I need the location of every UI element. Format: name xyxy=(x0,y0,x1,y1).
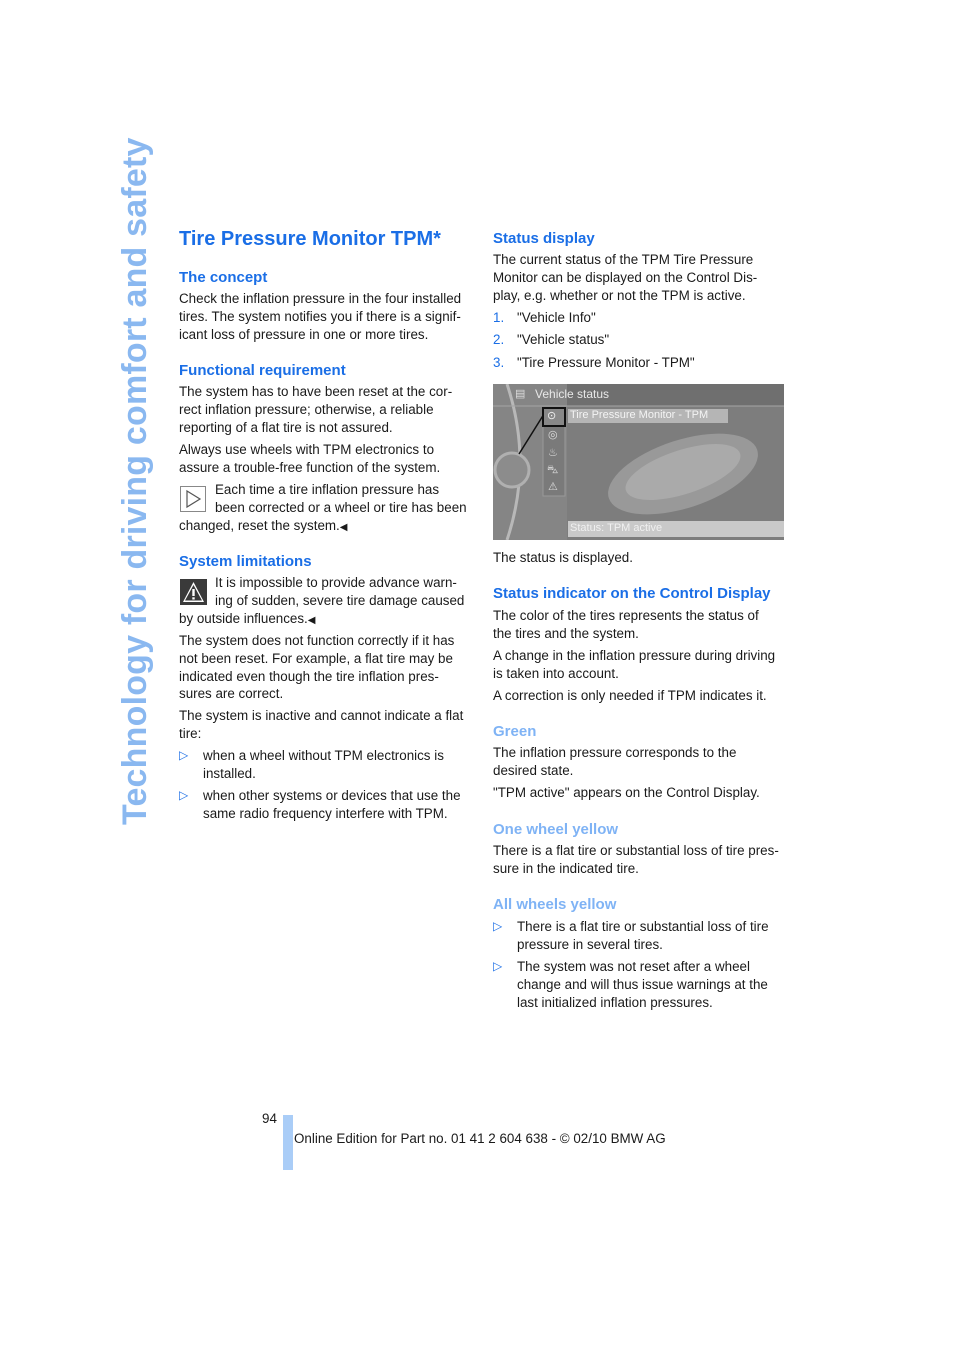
status-display-paragraph: The current status of the TPM Tire Press… xyxy=(493,252,758,303)
screen-selected-item: Tire Pressure Monitor - TPM xyxy=(570,409,709,421)
warning-paragraph: It is impossible to provide advance warn… xyxy=(179,575,465,626)
page-number: 94 xyxy=(262,1111,277,1126)
screen-header: Vehicle status xyxy=(535,387,610,401)
status-caption: The status is displayed. xyxy=(493,550,633,565)
indicator-paragraph-1: The color of the tires represents the st… xyxy=(493,608,759,641)
limitations-paragraph-1: The system does not function correctly i… xyxy=(179,633,455,702)
bullet-triangle-icon: ▷ xyxy=(493,959,503,973)
heading-system-limitations: System limitations xyxy=(179,553,312,570)
footer-edition-text: Online Edition for Part no. 01 41 2 604 … xyxy=(294,1131,666,1146)
limitations-paragraph-2: The system is inactive and cannot indica… xyxy=(179,708,464,741)
end-marker-icon: ◀ xyxy=(339,521,348,533)
screen-status: Status: TPM active xyxy=(570,522,663,534)
heading-concept: The concept xyxy=(179,269,268,286)
tire-pressure-icon: ⊙ xyxy=(547,410,557,422)
tire-icon: ◎ xyxy=(548,429,558,441)
oil-icon: ♨ xyxy=(548,447,558,459)
heading-one-wheel-yellow: One wheel yellow xyxy=(493,821,619,838)
heading-all-wheels-yellow: All wheels yellow xyxy=(493,896,617,913)
warning-icon: ⚠ xyxy=(548,481,558,493)
functional-paragraph-2: Always use wheels with TPM electronics t… xyxy=(179,442,441,475)
car-icon: ⛍ xyxy=(547,464,559,476)
bullet-triangle-icon: ▷ xyxy=(493,919,503,933)
green-paragraph-2: "TPM active" appears on the Control Disp… xyxy=(493,785,760,800)
one-wheel-paragraph: There is a flat tire or substantial loss… xyxy=(493,843,779,876)
indicator-paragraph-3: A correction is only needed if TPM indic… xyxy=(493,688,767,703)
reset-note: Each time a tire inflation pressure has … xyxy=(179,482,467,533)
bullet-triangle-icon: ▷ xyxy=(179,788,189,802)
heading-green: Green xyxy=(493,723,537,740)
chapter-side-title: Technology for driving comfort and safet… xyxy=(116,137,154,825)
footer-accent-bar xyxy=(283,1115,293,1170)
green-paragraph-1: The inflation pressure corresponds to th… xyxy=(493,745,737,778)
end-marker-icon: ◀ xyxy=(307,614,316,626)
control-display-screenshot: ▤ Vehicle status Tire Pressure Monitor -… xyxy=(493,384,784,540)
functional-paragraph-1: The system has to have been reset at the… xyxy=(179,384,453,435)
heading-functional-requirement: Functional requirement xyxy=(179,362,346,379)
heading-status-display: Status display xyxy=(493,230,595,247)
bullet-triangle-icon: ▷ xyxy=(179,748,189,762)
screen-header-icon: ▤ xyxy=(515,388,526,400)
page-title: Tire Pressure Monitor TPM* xyxy=(179,228,441,250)
concept-paragraph: Check the inflation pressure in the four… xyxy=(179,291,462,342)
indicator-paragraph-2: A change in the inflation pressure durin… xyxy=(493,648,776,681)
heading-status-indicator: Status indicator on the Control Display xyxy=(493,585,771,602)
